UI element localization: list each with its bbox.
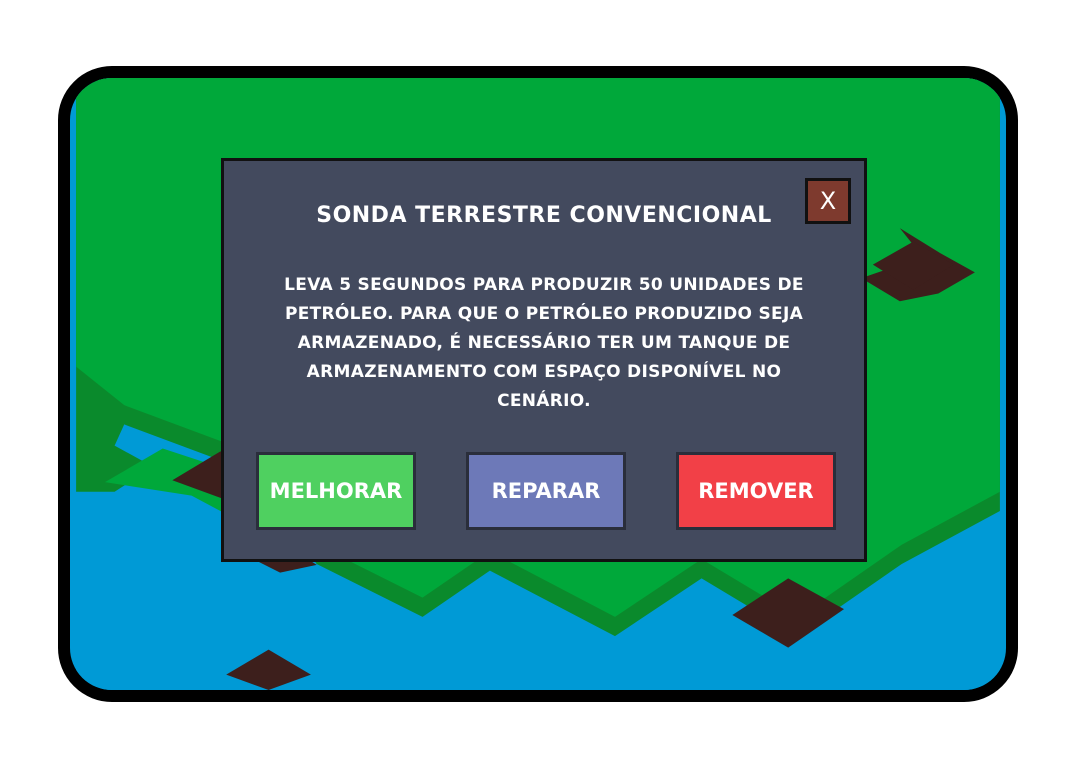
upgrade-button[interactable]: MELHORAR [256,452,416,530]
remove-button[interactable]: REMOVER [676,452,836,530]
dialog-title: SONDA TERRESTRE CONVENCIONAL [316,203,772,228]
repair-button[interactable]: REPARAR [466,452,626,530]
dialog-description: LEVA 5 SEGUNDOS PARA PRODUZIR 50 UNIDADE… [284,275,804,411]
building-info-dialog: X SONDA TERRESTRE CONVENCIONAL LEVA 5 SE… [221,158,867,562]
